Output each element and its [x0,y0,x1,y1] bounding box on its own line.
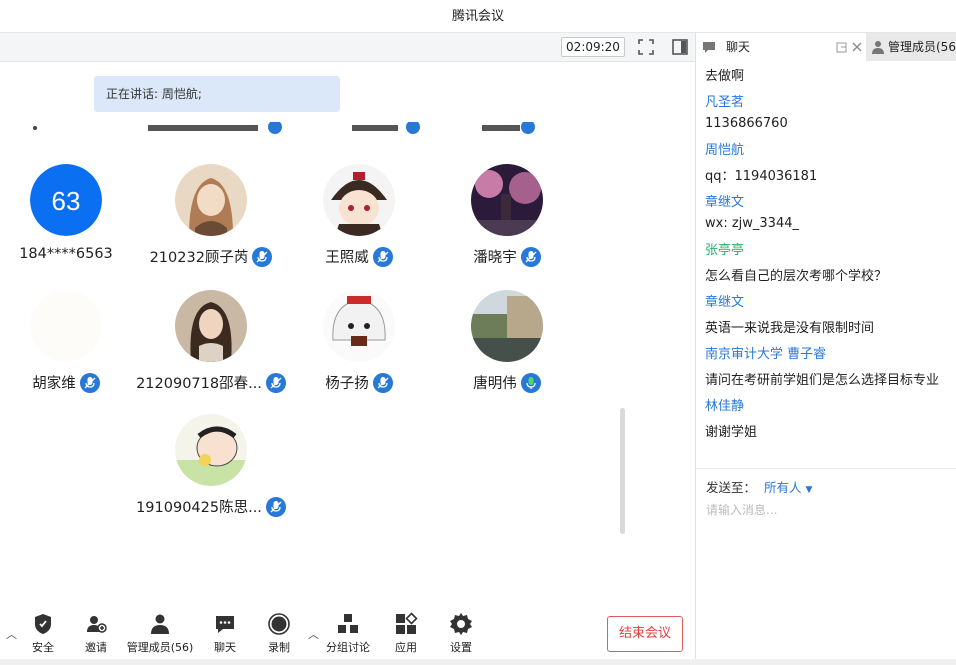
mic-icon[interactable] [372,246,393,267]
participant-name: 胡家维 [32,376,76,392]
avatar [175,290,247,362]
chat-message: 谢谢学姐 [705,425,758,440]
chat-sender[interactable]: 章继文 [705,291,744,310]
breakout-button[interactable]: 分组讨论 [325,612,371,655]
participant-name: 唐明伟 [473,376,517,392]
participant-tile[interactable]: 潘晓宇 [432,164,582,274]
security-button[interactable]: 安全 [28,612,58,655]
avatar [175,414,247,486]
mic-active-icon[interactable] [520,372,541,393]
tab-chat[interactable]: 聊天 [696,33,866,61]
participant-tile[interactable]: 191090425陈思... [136,414,286,524]
close-icon[interactable] [851,41,863,53]
participant-name: 191090425陈思... [136,500,262,516]
send-target-dropdown[interactable]: 所有人 ▼ [764,477,812,496]
chat-message: 1136866760 [705,116,788,131]
chevron-up-icon[interactable]: ︿ [308,626,319,642]
chat-panel: 聊天 管理成员(56 去做啊 凡圣茗 1136866760 周恺航 qq：119… [696,33,956,665]
members-icon [151,614,169,634]
record-button[interactable]: 录制 [266,612,292,655]
mic-icon[interactable] [520,246,541,267]
chat-message: 请问在考研前学姐们是怎么选择目标专业 [705,373,940,388]
settings-button[interactable]: 设置 [449,612,473,655]
avatar [323,164,395,236]
chat-message: 去做啊 [705,69,745,84]
chat-message: qq：1194036181 [705,169,818,184]
end-meeting-button[interactable]: 结束会议 [607,616,683,652]
chat-sender[interactable]: 林佳静 [705,395,744,414]
avatar [471,164,543,236]
apps-icon [396,612,418,634]
record-icon [268,613,290,635]
meeting-timer: 02:09:20 [561,37,625,57]
participant-name: 212090718邵春... [136,376,262,392]
bottom-toolbar: ︿ 安全 邀请 管理成员(56) 聊天 录制 ︿ 分组讨论 应用 设置 结束会议 [0,602,695,665]
chat-compose: 发送至： 所有人 ▼ 请输入消息... [696,468,956,665]
invite-button[interactable]: 邀请 [80,612,112,655]
top-toolbar: 02:09:20 [0,33,695,62]
window-bottom-edge [0,659,956,665]
participant-name: 210232顾子芮 [149,250,249,266]
send-to-label: 发送至： [706,480,757,495]
mic-icon[interactable] [372,372,393,393]
participant-name: 杨子扬 [325,376,369,392]
avatar [175,164,247,236]
gear-icon [450,613,472,635]
add-user-icon [87,616,107,633]
members-icon [872,41,884,54]
layout-toggle-icon[interactable] [671,38,689,56]
mic-icon[interactable] [265,496,286,517]
mic-icon[interactable] [79,372,100,393]
chat-sender[interactable]: 南京审计大学 曹子睿 [705,343,826,362]
participant-tile[interactable]: 王照威 [284,164,434,274]
participant-tile[interactable]: 212090718邵春... [136,290,286,400]
chat-sender[interactable]: 张亭亭 [705,239,744,258]
participant-tile[interactable]: 唐明伟 [432,290,582,400]
participant-tile[interactable]: 210232顾子芮 [136,164,286,274]
chevron-up-icon[interactable]: ︿ [6,626,17,642]
cut-row-fragment [30,120,660,138]
caret-down-icon: ▼ [805,485,813,495]
participant-tile[interactable]: 杨子扬 [284,290,434,400]
apps-button[interactable]: 应用 [394,612,418,655]
participant-tile[interactable]: 63 184****6563 [0,164,141,274]
avatar [471,290,543,362]
chat-button[interactable]: 聊天 [212,612,238,655]
popout-icon[interactable] [836,41,848,53]
chat-sender[interactable]: 周恺航 [705,139,744,158]
chat-message: wx: zjw_3344_ [705,216,799,231]
tab-members[interactable]: 管理成员(56 [866,33,956,61]
avatar [323,290,395,362]
gallery-scrollbar[interactable] [620,408,625,534]
video-gallery: 正在讲话: 周恺航; 63 184****6563 210232顾子芮 王照威 … [0,62,695,602]
speaking-indicator: 正在讲话: 周恺航; [94,76,340,112]
chat-message: 英语一来说我是没有限制时间 [705,321,875,336]
message-input[interactable]: 请输入消息... [706,501,777,518]
chat-message-list[interactable]: 去做啊 凡圣茗 1136866760 周恺航 qq：1194036181 章继文… [696,61,956,468]
participant-tile[interactable]: 胡家维 [0,290,141,400]
mic-icon[interactable] [252,246,273,267]
participant-name: 潘晓宇 [473,250,517,266]
chat-icon [216,616,234,633]
fullscreen-icon[interactable] [637,38,655,56]
chat-message: 怎么看自己的层次考哪个学校？ [705,269,888,284]
avatar [30,290,102,362]
chat-sender[interactable]: 凡圣茗 [705,91,744,110]
members-button[interactable]: 管理成员(56) [126,612,194,655]
avatar: 63 [30,164,102,236]
window-title: 腾讯会议 [0,0,956,33]
side-tabs: 聊天 管理成员(56 [696,33,956,61]
chat-icon [703,42,715,53]
mic-icon[interactable] [265,372,286,393]
breakout-icon [338,614,358,633]
svg-text:63: 63 [52,186,81,216]
participant-name: 184****6563 [19,246,113,262]
participant-name: 王照威 [325,250,369,266]
shield-icon [35,614,51,634]
chat-sender[interactable]: 章继文 [705,191,744,210]
